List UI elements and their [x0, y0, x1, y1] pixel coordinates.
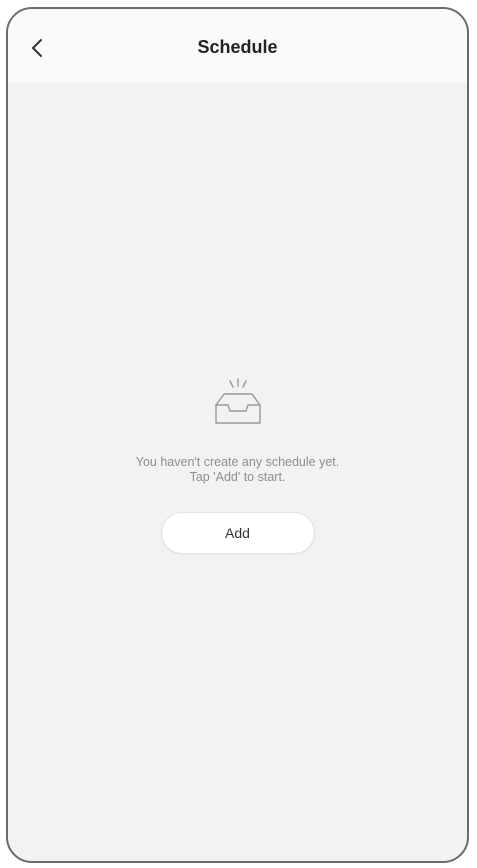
empty-inbox-icon: [214, 378, 261, 424]
empty-state: You haven't create any schedule yet. Tap…: [8, 377, 467, 554]
phone-screen: Schedule You haven't create any schedule…: [6, 7, 469, 863]
header-bar: Schedule: [8, 9, 467, 83]
empty-message-line-1: You haven't create any schedule yet.: [135, 455, 340, 469]
empty-message-line-2: Tap 'Add' to start.: [189, 470, 286, 484]
page-title: Schedule: [197, 37, 278, 57]
add-button[interactable]: Add: [160, 512, 315, 554]
empty-message: You haven't create any schedule yet. Tap…: [8, 455, 467, 485]
